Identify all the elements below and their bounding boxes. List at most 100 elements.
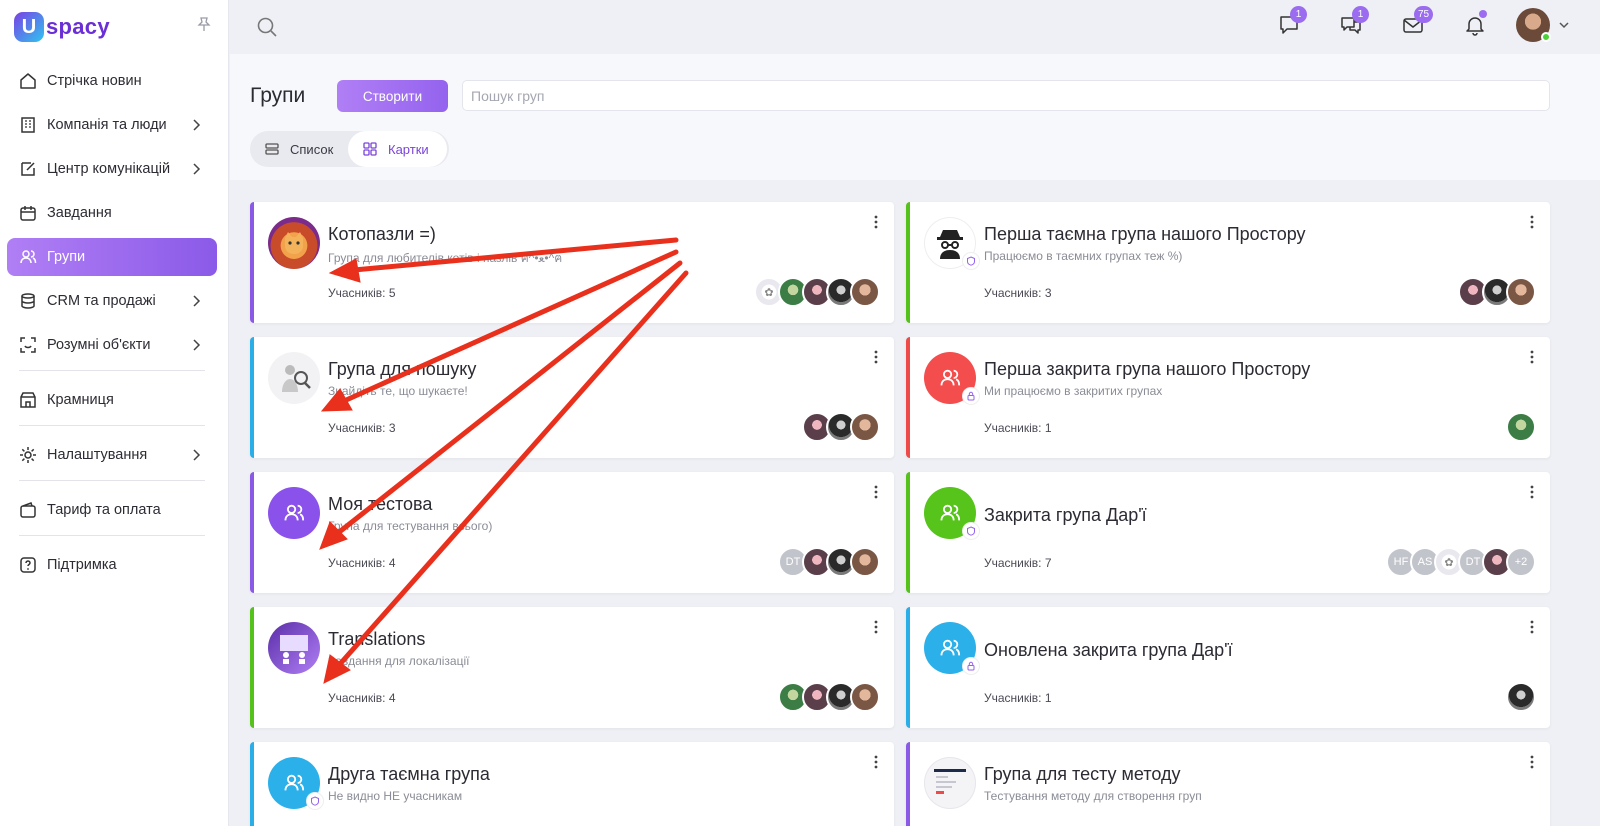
sidebar-item-company[interactable]: Компанія та люди (7, 106, 217, 144)
member-avatars (1506, 412, 1536, 442)
messages-button[interactable]: 1 (1338, 6, 1369, 38)
user-avatar[interactable] (1516, 8, 1551, 42)
group-avatar (924, 757, 976, 809)
groups-header: Групи Створити Список Картки (230, 54, 1600, 180)
presentation-icon (280, 635, 308, 664)
create-group-button[interactable]: Створити (337, 80, 448, 112)
mail-button[interactable]: 75 (1400, 6, 1434, 38)
member-avatar[interactable] (1506, 682, 1536, 712)
sidebar-item-settings[interactable]: Налаштування (7, 436, 217, 474)
more-vertical-icon[interactable] (1530, 485, 1534, 499)
list-icon (265, 143, 279, 155)
group-avatar (268, 217, 320, 269)
group-card[interactable]: Група для пошуку Знайдіть те, що шукаєте… (250, 337, 894, 458)
sidebar-item-label: Підтримка (47, 557, 117, 573)
group-card[interactable]: Моя тестова Група для тестування всього)… (250, 472, 894, 593)
top-bar: 1 1 75 (230, 0, 1600, 54)
sidebar-item-crm[interactable]: CRM та продажі (7, 282, 217, 320)
sidebar-item-billing[interactable]: Тариф та оплата (7, 491, 217, 529)
group-card[interactable]: Оновлена закрита група Дар'ї Учасників: … (906, 607, 1550, 728)
sidebar-item-news[interactable]: Стрічка новин (7, 62, 217, 100)
group-card[interactable]: Перша закрита група нашого Простору Ми п… (906, 337, 1550, 458)
sidebar-item-groups[interactable]: Групи (7, 238, 217, 276)
group-description: Працюємо в таємних групах теж %) (984, 249, 1183, 263)
users-icon (284, 774, 305, 791)
group-description: Ми працюємо в закритих групах (984, 384, 1163, 398)
sidebar-item-communications[interactable]: Центр комунікацій (7, 150, 217, 188)
group-title[interactable]: Оновлена закрита група Дар'ї (984, 640, 1233, 661)
chevron-right-icon (193, 119, 201, 131)
member-avatars (1458, 277, 1536, 307)
group-title[interactable]: Перша закрита група нашого Простору (984, 359, 1310, 380)
notifications-button[interactable] (1462, 10, 1488, 38)
view-cards-button[interactable]: Картки (348, 131, 447, 167)
more-vertical-icon[interactable] (1530, 755, 1534, 769)
member-avatar[interactable] (850, 277, 880, 307)
group-title[interactable]: Котопазли =) (328, 224, 436, 245)
pin-icon[interactable] (196, 16, 212, 32)
group-title[interactable]: Моя тестова (328, 494, 432, 515)
gear-icon (19, 446, 37, 464)
group-title[interactable]: Група для пошуку (328, 359, 476, 380)
sidebar-item-tasks[interactable]: Завдання (7, 194, 217, 232)
page-title: Групи (250, 84, 306, 107)
group-title[interactable]: Translations (328, 629, 425, 650)
group-card[interactable]: Translations Завдання для локалізації Уч… (250, 607, 894, 728)
group-members-count: Учасників: 3 (328, 421, 396, 435)
calendar-icon (19, 204, 37, 222)
sidebar-item-label: Групи (47, 249, 86, 265)
group-card[interactable]: Котопазли =) Група для любителів котів і… (250, 202, 894, 323)
member-avatar[interactable] (850, 682, 880, 712)
group-avatar (268, 622, 320, 674)
more-vertical-icon[interactable] (1530, 620, 1534, 634)
chevron-right-icon (193, 449, 201, 461)
sidebar-item-store[interactable]: Крамниця (7, 381, 217, 419)
member-avatars: +2 DT ✿ AS HF (1386, 547, 1536, 577)
magnifier-person-icon (282, 365, 311, 392)
group-members-count: Учасників: 4 (328, 691, 396, 705)
group-title[interactable]: Друга таємна група (328, 764, 490, 785)
view-cards-label: Картки (388, 141, 429, 157)
view-list-button[interactable]: Список (250, 131, 348, 167)
sidebar-item-smart-objects[interactable]: Розумні об'єкти (7, 326, 217, 364)
sidebar-item-label: Тариф та оплата (47, 502, 161, 518)
group-card[interactable]: Закрита група Дар'ї Учасників: 7 +2 DT ✿… (906, 472, 1550, 593)
group-title[interactable]: Група для тесту методу (984, 764, 1181, 785)
member-avatars (1506, 682, 1536, 712)
chat-button[interactable]: 1 (1276, 6, 1307, 38)
group-title[interactable]: Закрита група Дар'ї (984, 505, 1147, 526)
group-description: Тестування методу для створення груп (984, 789, 1202, 803)
member-avatar-more[interactable]: +2 (1506, 547, 1536, 577)
edit-icon (19, 160, 37, 178)
sidebar: U spacy Стрічка новин Компанія та люди Ц… (0, 0, 229, 826)
secret-shield-icon (963, 253, 979, 269)
member-avatar[interactable] (1506, 277, 1536, 307)
group-card[interactable]: Група для тесту методу Тестування методу… (906, 742, 1550, 826)
group-search-input[interactable] (462, 80, 1550, 111)
sidebar-item-label: Крамниця (47, 392, 114, 408)
sidebar-item-label: Налаштування (47, 447, 148, 463)
member-avatar[interactable] (850, 547, 880, 577)
secret-shield-icon (307, 793, 323, 809)
group-title[interactable]: Перша таємна група нашого Простору (984, 224, 1306, 245)
brand-logo[interactable]: U spacy (14, 10, 110, 44)
more-vertical-icon[interactable] (874, 350, 878, 364)
sidebar-item-support[interactable]: Підтримка (7, 546, 217, 584)
member-avatar[interactable] (1506, 412, 1536, 442)
group-members-count: Учасників: 1 (984, 691, 1052, 705)
more-vertical-icon[interactable] (1530, 350, 1534, 364)
more-vertical-icon[interactable] (874, 755, 878, 769)
top-icons: 1 1 75 (1240, 6, 1570, 42)
chevron-down-icon[interactable] (1558, 19, 1570, 31)
users-icon (940, 639, 961, 656)
group-card[interactable]: Перша таємна група нашого Простору Працю… (906, 202, 1550, 323)
search-icon[interactable] (256, 16, 278, 38)
group-card[interactable]: Друга таємна група Не видно НЕ учасникам (250, 742, 894, 826)
more-vertical-icon[interactable] (874, 485, 878, 499)
more-vertical-icon[interactable] (1530, 215, 1534, 229)
more-vertical-icon[interactable] (874, 215, 878, 229)
screenshot-thumbnail-icon (934, 769, 966, 794)
member-avatar[interactable] (850, 412, 880, 442)
more-vertical-icon[interactable] (874, 620, 878, 634)
sidebar-item-label: Завдання (47, 205, 112, 221)
